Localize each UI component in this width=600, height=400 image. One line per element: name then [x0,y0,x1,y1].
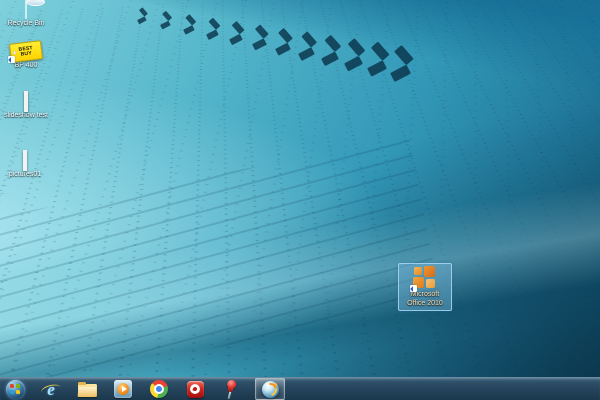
chrome-icon [150,380,168,398]
icon-label: pictures01 [9,171,41,179]
desktop-icon-pictures[interactable]: pictures01 [0,152,50,179]
icon-label: BP 400 [15,62,38,70]
desktop-icon-slideshow[interactable]: slideshow test [1,93,51,120]
chevron-glyph [365,38,392,82]
ie-orbit-ring-icon [40,383,62,398]
chevron-glyph [182,12,198,37]
taskbar-item-file-explorer[interactable] [75,379,99,399]
chevron-glyph [159,9,174,32]
taskbar-item-media-player[interactable] [111,379,135,399]
chevron-glyph [228,19,247,49]
recycle-bin-icon [25,1,27,19]
chevron-glyph [251,22,271,54]
taskbar-item-media-center[interactable] [255,378,285,400]
folder-icon [78,384,97,397]
best-buy-tag-icon: BEST BUY [10,42,42,61]
pushpin-icon [221,377,241,400]
icon-label-line2: Office 2010 [407,300,443,308]
best-buy-logo-text: BUY [20,51,32,57]
taskbar-item-pushpin[interactable] [219,379,243,399]
icon-label-line1: Microsoft [411,291,439,299]
start-button[interactable] [3,379,27,399]
red-app-icon [187,381,204,398]
desktop-icon-best-buy[interactable]: BEST BUY BP 400 [1,42,51,70]
desktop-icon-office[interactable]: Microsoft Office 2010 [398,263,452,311]
media-center-orb-icon [262,381,279,398]
chevron-glyph [342,35,368,76]
photo-thumbnail-icon [23,152,27,170]
chevron-glyph [136,6,149,27]
office-logo-icon [412,266,438,290]
desktop-icon-recycle-bin[interactable]: Recycle Bin [1,1,51,28]
taskbar-item-chrome[interactable] [147,379,171,399]
taskbar-item-internet-explorer[interactable]: e [39,379,63,399]
photo-thumbnail-icon [24,93,28,111]
desktop: Recycle Bin BEST BUY BP 400 slideshow te… [0,0,600,400]
taskbar-item-red-app[interactable] [183,379,207,399]
shortcut-arrow-icon [410,285,417,292]
chevron-glyph [273,25,295,59]
taskbar: e [0,377,600,400]
windows-start-orb-icon [6,380,25,399]
chevron-glyph [319,32,343,71]
media-player-icon [114,380,132,398]
icon-label: slideshow test [4,112,48,120]
shortcut-arrow-icon [8,56,15,63]
chevron-glyph [205,15,222,43]
chevron-glyph [296,28,319,65]
icon-label: Recycle Bin [8,20,45,28]
